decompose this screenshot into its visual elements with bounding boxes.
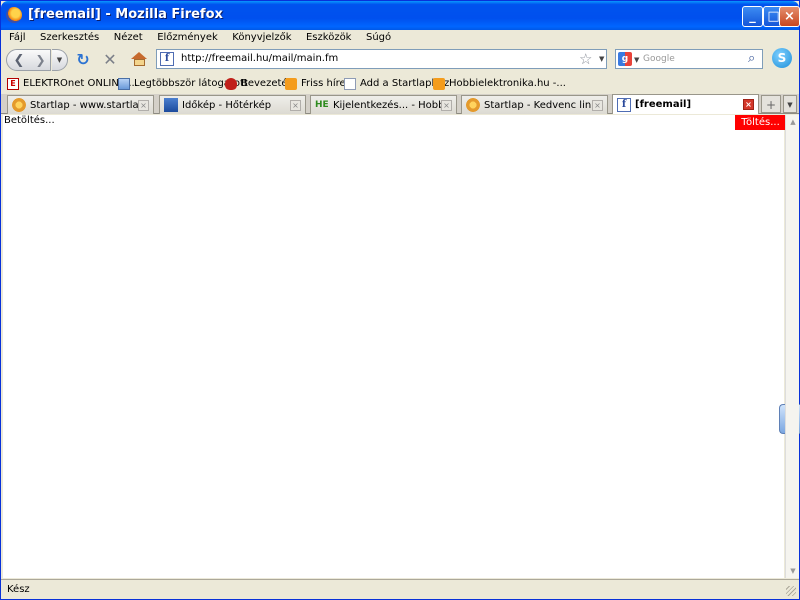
loading-text: Betöltés... — [4, 115, 55, 126]
page-content: Betöltés... Töltés... — [3, 115, 786, 578]
title-bar[interactable]: [freemail] - Mozilla Firefox _ □ × — [1, 1, 800, 30]
list-all-tabs-button[interactable]: ▼ — [783, 95, 797, 113]
stop-button[interactable]: ✕ — [101, 49, 119, 69]
page-icon — [344, 77, 356, 90]
search-icon[interactable]: ⌕ — [748, 51, 755, 66]
reload-icon: ↻ — [76, 49, 90, 69]
tab-label: [freemail] — [635, 99, 692, 110]
minimize-button[interactable]: _ — [742, 6, 763, 27]
startlap-icon — [12, 98, 26, 112]
stop-icon: ✕ — [103, 49, 117, 69]
engine-dropdown-icon[interactable]: ▼ — [634, 56, 639, 64]
close-button[interactable]: × — [779, 6, 800, 27]
close-tab-icon[interactable]: × — [441, 99, 452, 111]
window-title: [freemail] - Mozilla Firefox — [28, 7, 223, 22]
scroll-down-icon[interactable]: ▼ — [786, 564, 800, 578]
tab-idokep[interactable]: Időkép - Hőtérkép × — [159, 95, 306, 114]
resize-grip-icon[interactable] — [786, 586, 796, 596]
back-arrow-icon: ❮ — [13, 52, 25, 68]
bookmark-bevezetes[interactable]: Bevezetés — [225, 76, 293, 91]
menu-file[interactable]: Fájl — [4, 30, 31, 43]
rss-icon — [433, 77, 445, 90]
status-text: Kész — [7, 584, 30, 595]
scroll-up-icon[interactable]: ▲ — [786, 115, 800, 129]
url-bar[interactable]: f http://freemail.hu/mail/main.fm ☆ ▼ — [156, 49, 607, 69]
tab-label: Időkép - Hőtérkép — [182, 99, 272, 111]
bookmark-hobbielektronika[interactable]: Hobbielektronika.hu -... — [433, 76, 566, 91]
menu-tools[interactable]: Eszközök — [301, 30, 357, 43]
bookmark-friss-hirek[interactable]: Friss hírek — [285, 76, 351, 91]
menu-history[interactable]: Előzmények — [152, 30, 223, 43]
vertical-scrollbar[interactable]: ▲ ▼ — [785, 115, 799, 578]
forward-arrow-icon: ❯ — [35, 53, 46, 67]
search-placeholder[interactable]: Google — [643, 54, 675, 64]
url-text[interactable]: http://freemail.hu/mail/main.fm — [181, 53, 338, 64]
tab-label: Startlap - www.startlap.hu... — [30, 99, 138, 111]
menu-bar: Fájl Szerkesztés Nézet Előzmények Könyvj… — [1, 30, 799, 48]
tab-freemail[interactable]: f [freemail] × — [612, 94, 759, 114]
menu-bookmarks[interactable]: Könyvjelzők — [227, 30, 296, 43]
close-tab-icon[interactable]: × — [290, 99, 301, 111]
close-tab-icon[interactable]: × — [592, 99, 603, 111]
close-tab-icon[interactable]: × — [138, 99, 149, 111]
tab-startlap-kedvenc[interactable]: Startlap - Kedvenc linkek × — [461, 95, 608, 114]
reload-button[interactable]: ↻ — [74, 49, 92, 69]
history-dropdown-button[interactable]: ▼ — [52, 49, 68, 71]
chevron-down-icon: ▼ — [56, 56, 63, 64]
tab-label: Kijelentkezés... - Hobbiele... — [333, 99, 441, 111]
bookmark-label: Hobbielektronika.hu -... — [449, 78, 566, 89]
home-button[interactable] — [129, 49, 149, 69]
idokep-icon — [164, 98, 178, 112]
google-engine-icon[interactable]: g — [618, 52, 632, 66]
loading-badge: Töltés... — [735, 115, 786, 130]
menu-view[interactable]: Nézet — [109, 30, 148, 43]
menu-help[interactable]: Súgó — [361, 30, 396, 43]
tab-hobbielektronika[interactable]: HE Kijelentkezés... - Hobbiele... × — [310, 95, 457, 114]
red-hat-icon — [225, 77, 237, 90]
startlap-icon — [466, 98, 480, 112]
elektronet-icon: E — [7, 77, 19, 90]
status-bar: Kész — [1, 579, 799, 599]
folder-icon — [118, 77, 130, 90]
bookmarks-toolbar: E ELEKTROnet ONLINE ... Legtöbbször láto… — [1, 73, 799, 93]
url-history-dropdown-icon[interactable]: ▼ — [599, 55, 604, 63]
freemail-icon: f — [617, 97, 631, 112]
chevron-down-icon: ▼ — [787, 101, 793, 109]
tab-strip: Startlap - www.startlap.hu... × Időkép -… — [1, 94, 799, 114]
tab-startlap[interactable]: Startlap - www.startlap.hu... × — [7, 95, 154, 114]
new-tab-button[interactable]: + — [761, 95, 781, 113]
tab-label: Startlap - Kedvenc linkek — [484, 99, 592, 111]
search-bar[interactable]: g ▼ Google ⌕ — [615, 49, 763, 69]
freemail-site-icon[interactable]: f — [160, 52, 174, 66]
bookmark-star-icon[interactable]: ☆ — [579, 50, 592, 68]
rss-icon — [285, 77, 297, 90]
plus-icon: + — [765, 98, 777, 112]
menu-edit[interactable]: Szerkesztés — [35, 30, 104, 43]
firefox-icon[interactable] — [6, 7, 22, 23]
hobbielektronika-icon: HE — [315, 100, 329, 110]
close-tab-icon[interactable]: × — [743, 99, 754, 110]
browser-window: [freemail] - Mozilla Firefox _ □ × Fájl … — [0, 0, 800, 600]
back-button[interactable]: ❮ — [6, 49, 32, 71]
skype-icon[interactable]: S — [772, 48, 792, 68]
forward-button[interactable]: ❯ — [31, 49, 51, 71]
